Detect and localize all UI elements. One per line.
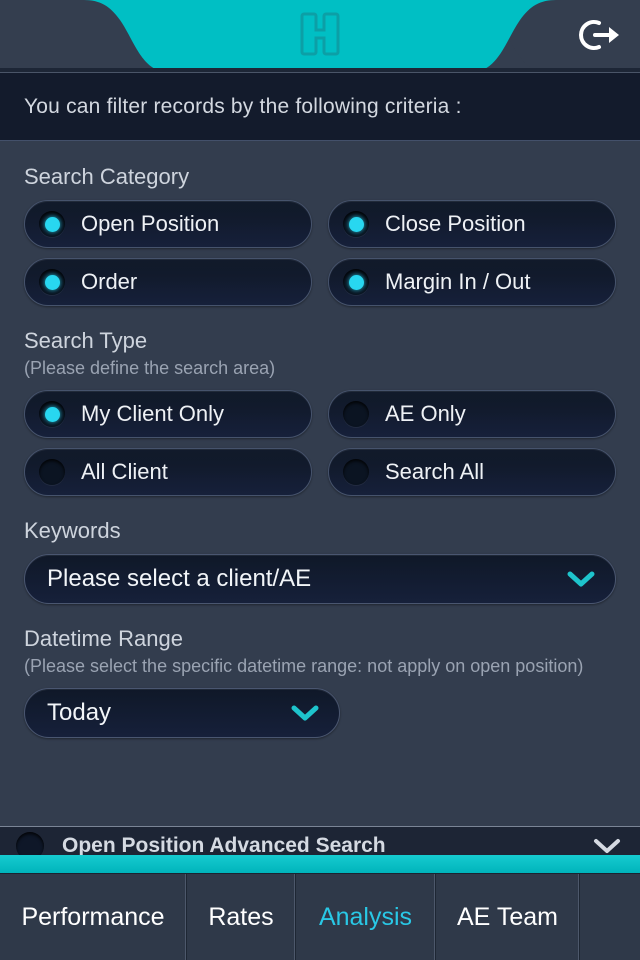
radio-icon[interactable] bbox=[39, 269, 65, 295]
search-category-label: Search Category bbox=[24, 164, 190, 189]
option-my-client-only[interactable]: My Client Only bbox=[24, 390, 312, 438]
tab-ae-team[interactable]: AE Team bbox=[436, 874, 580, 960]
option-label: Open Position bbox=[81, 211, 220, 236]
teal-divider-bar bbox=[0, 855, 640, 873]
search-type-options: My Client Only AE Only All Client Search… bbox=[24, 390, 616, 496]
info-banner-text: You can filter records by the following … bbox=[24, 94, 462, 118]
tab-label: AE Team bbox=[457, 902, 558, 931]
datetime-range-value: Today bbox=[47, 699, 112, 726]
datetime-range-sublabel: (Please select the specific datetime ran… bbox=[24, 656, 584, 676]
tab-empty[interactable] bbox=[580, 874, 640, 960]
option-all-client[interactable]: All Client bbox=[24, 448, 312, 496]
radio-icon[interactable] bbox=[343, 401, 369, 427]
tab-analysis[interactable]: Analysis bbox=[296, 874, 436, 960]
search-category-options: Open Position Close Position Order Margi… bbox=[24, 200, 616, 306]
chevron-down-icon[interactable] bbox=[592, 837, 622, 855]
keywords-label: Keywords bbox=[24, 518, 121, 543]
datetime-range-section: Datetime Range (Please select the specif… bbox=[0, 626, 640, 738]
app-root: You can filter records by the following … bbox=[0, 0, 640, 960]
option-margin-in-out[interactable]: Margin In / Out bbox=[328, 258, 616, 306]
datetime-range-dropdown[interactable]: Today bbox=[24, 688, 340, 738]
option-label: AE Only bbox=[385, 401, 466, 426]
advanced-search-label: Open Position Advanced Search bbox=[62, 833, 386, 857]
tab-label: Analysis bbox=[318, 902, 413, 931]
chevron-down-icon bbox=[291, 705, 319, 721]
radio-icon[interactable] bbox=[39, 211, 65, 237]
option-open-position[interactable]: Open Position bbox=[24, 200, 312, 248]
search-type-label: Search Type bbox=[24, 328, 148, 353]
option-ae-only[interactable]: AE Only bbox=[328, 390, 616, 438]
option-close-position[interactable]: Close Position bbox=[328, 200, 616, 248]
chevron-down-icon bbox=[567, 571, 595, 587]
option-label: Search All bbox=[385, 459, 485, 484]
app-header bbox=[0, 0, 640, 72]
radio-icon[interactable] bbox=[343, 211, 369, 237]
datetime-range-label: Datetime Range bbox=[24, 626, 183, 651]
option-order[interactable]: Order bbox=[24, 258, 312, 306]
tab-label: Performance bbox=[21, 902, 165, 931]
header-teal-band bbox=[88, 0, 552, 72]
search-type-sublabel: (Please define the search area) bbox=[24, 358, 276, 378]
bottom-tab-bar: Performance Rates Analysis AE Team bbox=[0, 873, 640, 960]
option-label: Order bbox=[81, 269, 138, 294]
logout-button[interactable] bbox=[564, 8, 632, 62]
tab-performance[interactable]: Performance bbox=[0, 874, 187, 960]
radio-icon[interactable] bbox=[39, 459, 65, 485]
radio-icon[interactable] bbox=[39, 401, 65, 427]
tab-label: Rates bbox=[208, 902, 274, 931]
info-banner: You can filter records by the following … bbox=[0, 72, 640, 141]
option-label: My Client Only bbox=[81, 401, 225, 426]
search-category-section: Search Category Open Position Close Posi… bbox=[0, 164, 640, 306]
filter-form: Search Category Open Position Close Posi… bbox=[0, 142, 640, 826]
option-label: Margin In / Out bbox=[385, 269, 531, 294]
radio-icon[interactable] bbox=[343, 459, 369, 485]
search-type-section: Search Type (Please define the search ar… bbox=[0, 328, 640, 496]
option-search-all[interactable]: Search All bbox=[328, 448, 616, 496]
keywords-value: Please select a client/AE bbox=[47, 565, 312, 592]
keywords-section: Keywords Please select a client/AE bbox=[0, 518, 640, 604]
logout-icon bbox=[579, 20, 619, 50]
keywords-dropdown[interactable]: Please select a client/AE bbox=[24, 554, 616, 604]
radio-icon[interactable] bbox=[343, 269, 369, 295]
option-label: All Client bbox=[81, 459, 168, 484]
option-label: Close Position bbox=[385, 211, 526, 236]
tab-rates[interactable]: Rates bbox=[187, 874, 296, 960]
